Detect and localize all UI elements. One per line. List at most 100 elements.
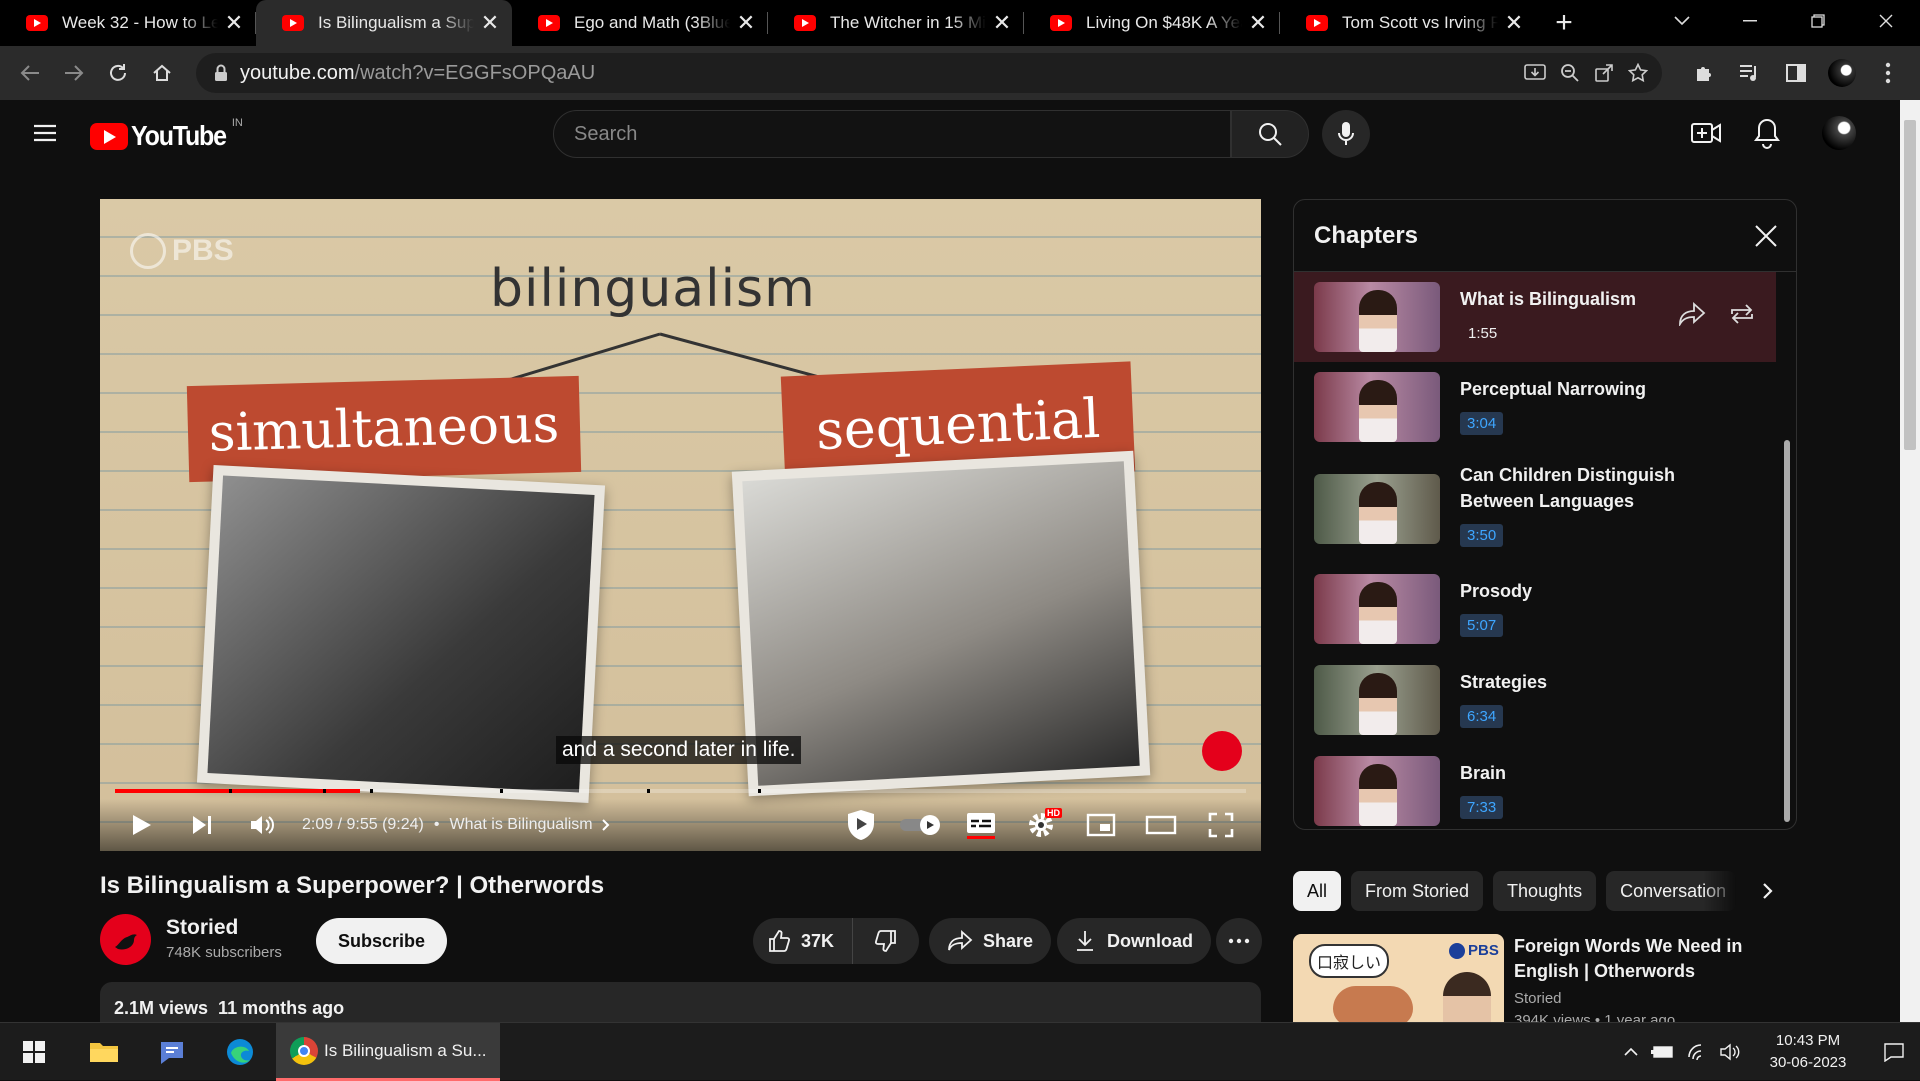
chapter-timestamp[interactable]: 5:07: [1460, 614, 1504, 637]
wifi-icon[interactable]: [1680, 1023, 1714, 1081]
chapter-timestamp[interactable]: 7:33: [1460, 796, 1504, 819]
browser-tab[interactable]: Tom Scott vs Irving Fin ✕: [1280, 0, 1536, 46]
close-tab-icon[interactable]: ✕: [992, 10, 1012, 35]
download-button[interactable]: Download: [1057, 918, 1211, 964]
browser-tab-active[interactable]: Is Bilingualism a Super ✕: [256, 0, 512, 46]
address-bar[interactable]: youtube.com/watch?v=EGGFsOPQaAU: [196, 53, 1662, 93]
battery-icon[interactable]: [1646, 1023, 1680, 1081]
windows-start-icon[interactable]: [12, 1023, 56, 1081]
close-tab-icon[interactable]: ✕: [1504, 10, 1524, 35]
browser-tab[interactable]: Living On $48K A Year ✕: [1024, 0, 1280, 46]
chapter-item[interactable]: Perceptual Narrowing 3:04: [1294, 362, 1776, 452]
minimize-icon[interactable]: [1716, 0, 1784, 42]
subscribe-button[interactable]: Subscribe: [316, 918, 448, 964]
teams-chat-icon[interactable]: [150, 1023, 194, 1081]
browser-tab[interactable]: The Witcher in 15 Minu ✕: [768, 0, 1024, 46]
speaker-icon[interactable]: [1714, 1023, 1748, 1081]
chip-conversation[interactable]: Conversation: [1606, 871, 1737, 911]
recommended-channel[interactable]: Storied: [1514, 990, 1562, 1007]
search-button[interactable]: [1231, 110, 1309, 158]
page-scrollbar-thumb[interactable]: [1904, 120, 1916, 450]
install-app-icon[interactable]: [1524, 63, 1546, 83]
youtube-logo[interactable]: YouTube IN: [90, 117, 243, 151]
play-icon[interactable]: [112, 799, 172, 851]
like-button[interactable]: 37K: [753, 918, 853, 964]
new-tab-icon[interactable]: +: [1536, 0, 1592, 46]
share-button[interactable]: Share: [929, 918, 1052, 964]
chip-thoughts[interactable]: Thoughts: [1493, 871, 1597, 911]
account-avatar[interactable]: [1822, 116, 1856, 150]
browser-menu-icon[interactable]: [1870, 55, 1906, 91]
chip-all[interactable]: All: [1293, 871, 1342, 911]
tray-overflow-icon[interactable]: [1616, 1023, 1646, 1081]
zoom-icon[interactable]: [1560, 63, 1580, 83]
theater-mode-icon[interactable]: [1131, 799, 1191, 851]
close-tab-icon[interactable]: ✕: [224, 10, 244, 35]
edge-browser-icon[interactable]: [218, 1023, 262, 1081]
chips-next-icon[interactable]: [1748, 871, 1788, 911]
chapter-item[interactable]: Strategies 6:34: [1294, 655, 1776, 745]
profile-avatar[interactable]: [1824, 55, 1860, 91]
chip-from-storied[interactable]: From Storied: [1351, 871, 1484, 911]
hamburger-menu-icon[interactable]: [28, 118, 62, 148]
close-icon[interactable]: [1748, 218, 1784, 254]
page-scrollbar[interactable]: [1900, 100, 1920, 1022]
taskbar-chrome-window[interactable]: Is Bilingualism a Su...: [276, 1023, 500, 1081]
dislike-button[interactable]: [853, 918, 919, 964]
volume-icon[interactable]: [232, 799, 292, 851]
close-tab-icon[interactable]: ✕: [1248, 10, 1268, 35]
chapter-item[interactable]: What is Bilingualism 1:55: [1294, 272, 1776, 362]
extensions-puzzle-icon[interactable]: [1686, 55, 1722, 91]
chapter-item[interactable]: Prosody 5:07: [1294, 564, 1776, 654]
chapter-timestamp[interactable]: 6:34: [1460, 705, 1504, 728]
file-explorer-icon[interactable]: [82, 1023, 126, 1081]
chapter-item[interactable]: Brain 7:33: [1294, 746, 1776, 829]
channel-avatar[interactable]: [100, 914, 151, 965]
chapter-chevron-icon[interactable]: [601, 818, 611, 832]
video-player[interactable]: PBS bilingualism simultaneous sequential…: [100, 199, 1261, 851]
chapter-timestamp[interactable]: 3:50: [1460, 524, 1504, 547]
sponsorblock-shield-icon[interactable]: [831, 799, 891, 851]
recommended-title[interactable]: Foreign Words We Need in English | Other…: [1514, 934, 1774, 984]
next-video-icon[interactable]: [172, 799, 232, 851]
settings-gear-icon[interactable]: HD: [1011, 799, 1071, 851]
chapters-scrollbar[interactable]: [1784, 440, 1790, 822]
reload-icon[interactable]: [96, 51, 140, 95]
notification-center-icon[interactable]: [1868, 1023, 1920, 1081]
browser-tab[interactable]: Week 32 - How to Lear ✕: [0, 0, 256, 46]
more-actions-button[interactable]: [1216, 918, 1262, 964]
miniplayer-icon[interactable]: [1071, 799, 1131, 851]
search-field[interactable]: [553, 110, 1231, 158]
notifications-bell-icon[interactable]: [1752, 117, 1782, 149]
progress-bar[interactable]: [115, 789, 1246, 793]
create-video-icon[interactable]: [1690, 118, 1722, 148]
voice-search-button[interactable]: [1322, 110, 1370, 158]
subtitles-icon[interactable]: [951, 799, 1011, 851]
current-chapter-button[interactable]: What is Bilingualism: [449, 816, 592, 834]
restore-icon[interactable]: [1784, 0, 1852, 42]
side-panel-icon[interactable]: [1778, 55, 1814, 91]
bookmark-star-icon[interactable]: [1628, 63, 1648, 83]
home-icon[interactable]: [140, 51, 184, 95]
share-page-icon[interactable]: [1594, 63, 1614, 83]
loop-chapter-icon[interactable]: [1728, 302, 1756, 326]
close-tab-icon[interactable]: ✕: [736, 10, 756, 35]
media-controls-icon[interactable]: [1732, 55, 1768, 91]
back-icon[interactable]: [8, 51, 52, 95]
close-tab-icon[interactable]: ✕: [480, 10, 500, 35]
close-window-icon[interactable]: [1852, 0, 1920, 42]
chapter-timestamp[interactable]: 1:55: [1460, 322, 1504, 345]
recommended-thumbnail[interactable]: 口寂しい PBS: [1293, 934, 1504, 1024]
chapter-item[interactable]: Can Children Distinguish Between Languag…: [1294, 454, 1776, 564]
share-chapter-icon[interactable]: [1678, 302, 1706, 326]
browser-tab[interactable]: Ego and Math (3Blue1 ✕: [512, 0, 768, 46]
forward-icon[interactable]: [52, 51, 96, 95]
recommended-video[interactable]: 口寂しい PBS Foreign Words We Need in Englis…: [1293, 934, 1797, 1024]
channel-name[interactable]: Storied: [166, 916, 238, 940]
tab-search-icon[interactable]: [1648, 0, 1716, 42]
chapter-timestamp[interactable]: 3:04: [1460, 412, 1504, 435]
autoplay-toggle[interactable]: [891, 799, 951, 851]
fullscreen-icon[interactable]: [1191, 799, 1251, 851]
taskbar-clock[interactable]: 10:43 PM 30-06-2023: [1748, 1030, 1868, 1074]
search-input[interactable]: [574, 122, 1230, 146]
